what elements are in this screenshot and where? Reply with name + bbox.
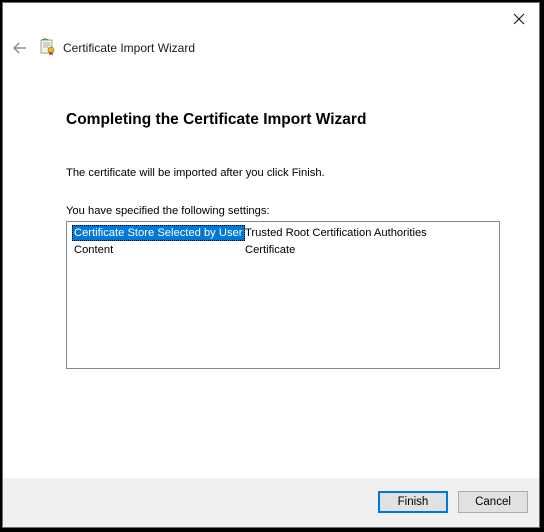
wizard-header: Certificate Import Wizard xyxy=(3,33,539,63)
back-arrow-icon xyxy=(13,42,26,54)
close-button[interactable] xyxy=(505,7,533,31)
description-text: The certificate will be imported after y… xyxy=(66,167,325,179)
settings-row[interactable]: Certificate Store Selected by User Trust… xyxy=(71,225,491,241)
page-heading: Completing the Certificate Import Wizard xyxy=(66,111,367,128)
button-bar: Finish Cancel xyxy=(3,478,539,527)
cancel-button[interactable]: Cancel xyxy=(458,491,528,513)
wizard-title: Certificate Import Wizard xyxy=(63,41,196,55)
wizard-window: Certificate Import Wizard Completing the… xyxy=(2,2,540,528)
finish-button[interactable]: Finish xyxy=(378,491,448,513)
settings-value: Certificate xyxy=(245,244,296,256)
certificate-icon xyxy=(40,38,55,56)
settings-key: Certificate Store Selected by User xyxy=(72,225,245,241)
close-icon xyxy=(513,13,525,25)
settings-list[interactable]: Certificate Store Selected by User Trust… xyxy=(66,221,500,369)
settings-value: Trusted Root Certification Authorities xyxy=(245,227,427,239)
settings-key: Content xyxy=(74,244,114,256)
settings-label: You have specified the following setting… xyxy=(66,205,270,217)
settings-row[interactable]: Content Certificate xyxy=(71,242,491,258)
back-button[interactable] xyxy=(9,37,31,59)
